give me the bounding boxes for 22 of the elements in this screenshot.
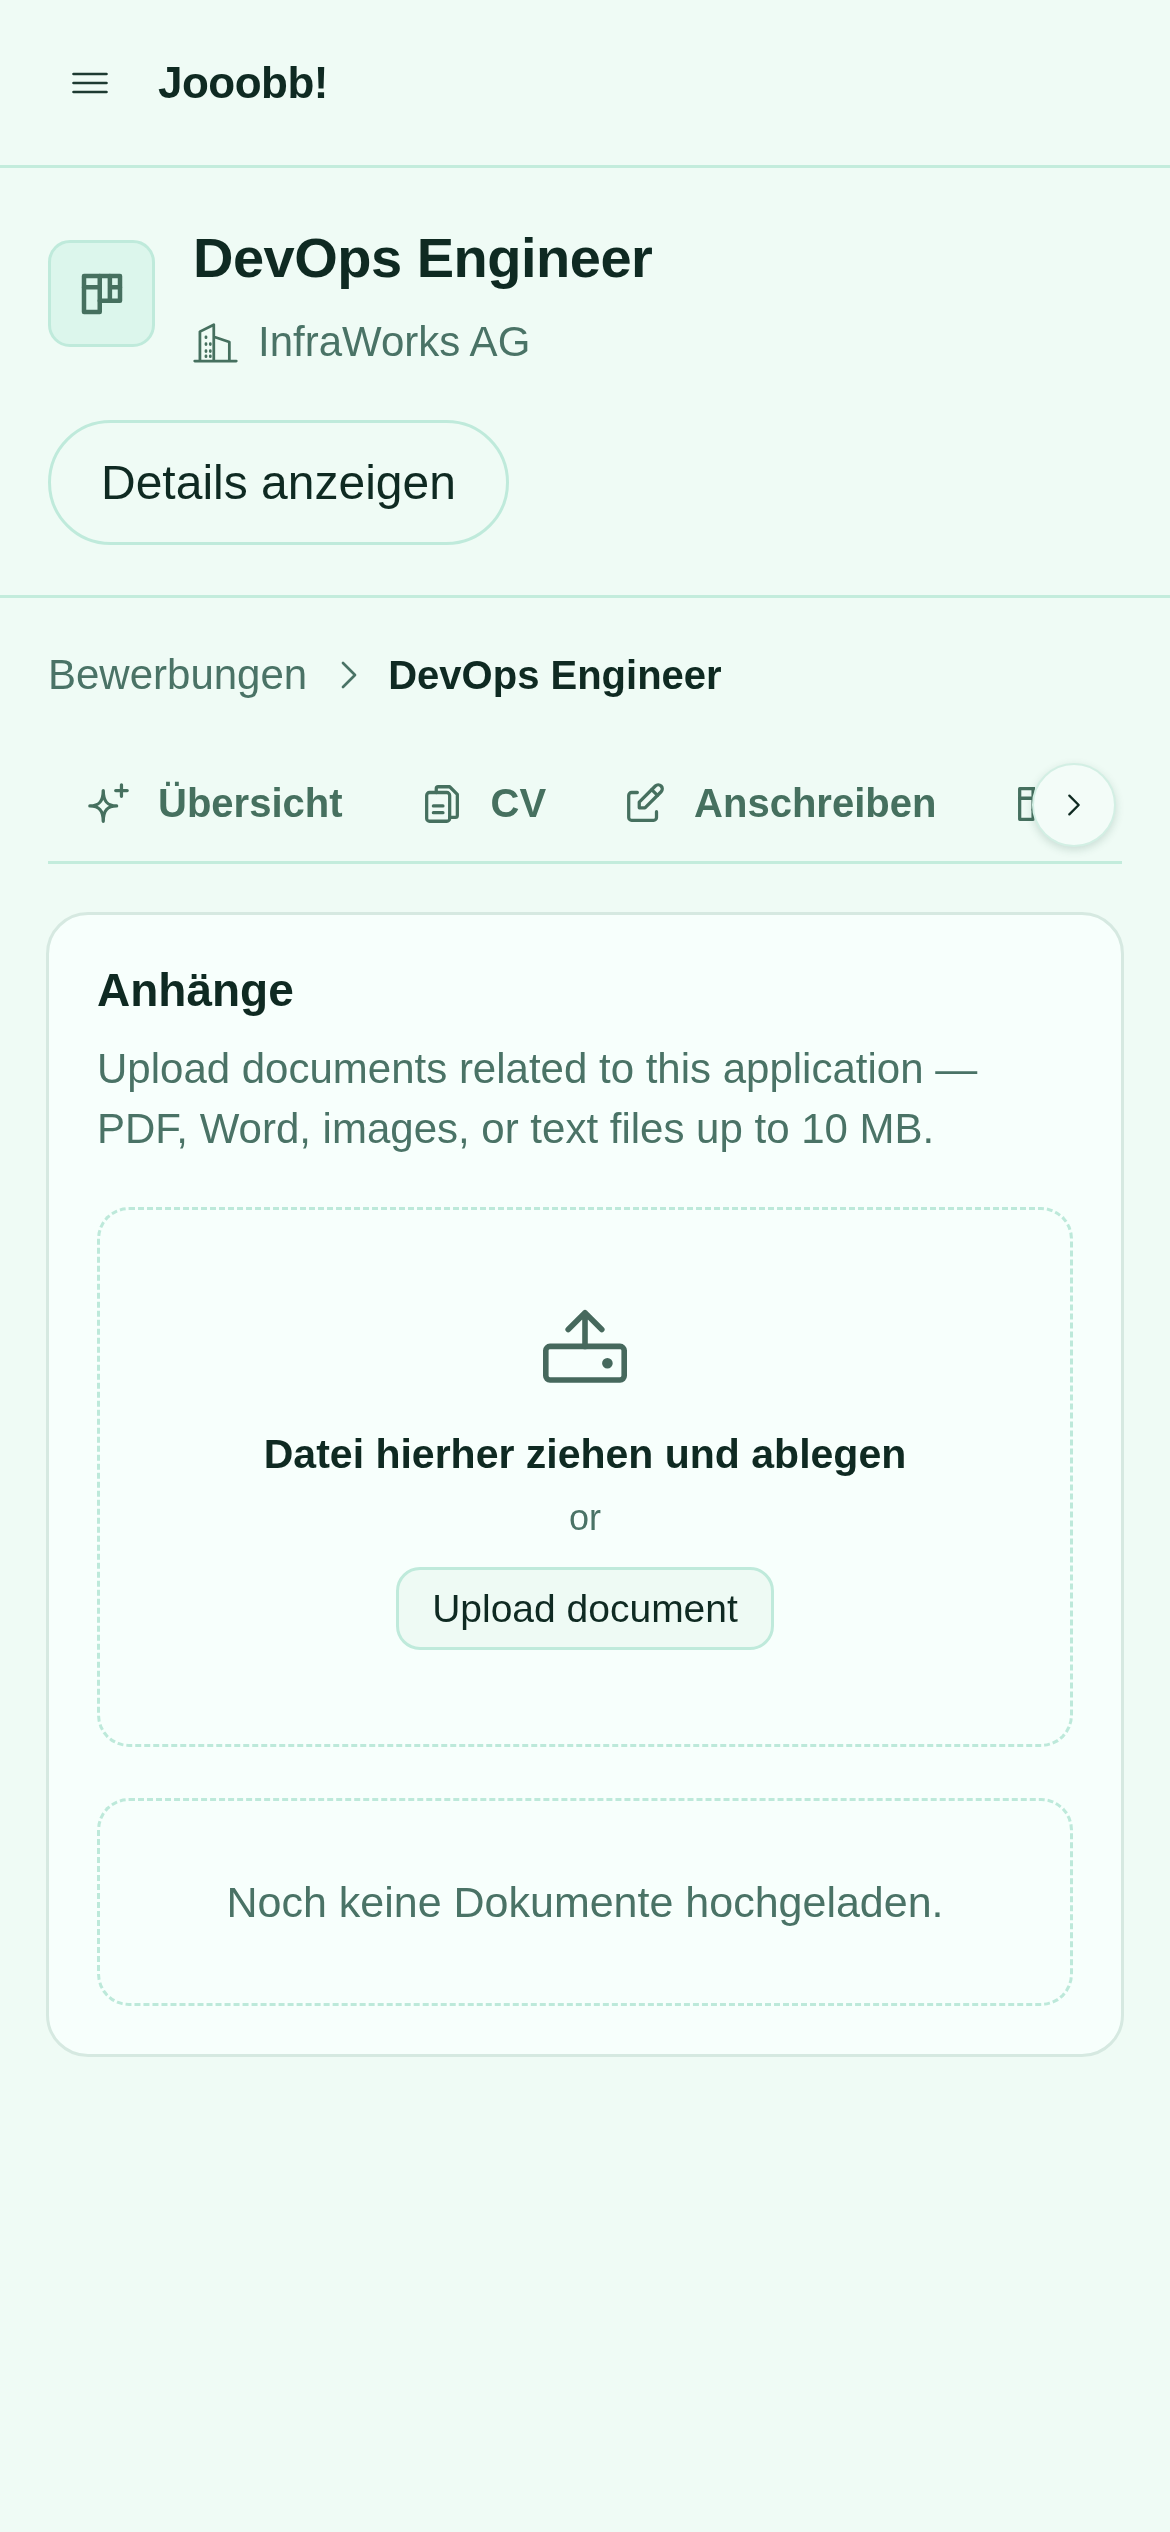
drop-prompt: Datei hierher ziehen und ablegen [263,1430,907,1479]
building-icon [193,321,238,363]
job-title: DevOps Engineer [193,225,653,291]
drop-zone[interactable]: Datei hierher ziehen und ablegen or Upload document [97,1207,1073,1747]
breadcrumb-current: DevOps Engineer [388,652,722,699]
layout-icon [48,240,155,347]
upload-icon [543,1307,627,1383]
breadcrumb-link[interactable]: Bewerbungen [48,650,308,700]
empty-message: Noch keine Dokumente hochgeladen. [226,1877,944,1927]
upload-button[interactable]: Upload document [396,1567,774,1650]
app-logo: Jooobb! [158,57,328,108]
company-name: InfraWorks AG [258,317,531,367]
chevron-right-icon [340,660,359,690]
section-description: Upload documents related to this application — PDF, Word, images, or text files up to 10 MB. [97,1044,979,1154]
tab[interactable]: Anschreiben [584,746,975,861]
separator-text: or [569,1496,601,1540]
tab[interactable]: CV [380,746,585,861]
tab[interactable]: Übersicht [48,746,381,861]
section-title: Anhänge [97,963,295,1018]
details-button[interactable]: Details anzeigen [48,420,509,545]
chevron-right-icon [1067,793,1081,817]
menu-icon[interactable] [72,71,108,94]
